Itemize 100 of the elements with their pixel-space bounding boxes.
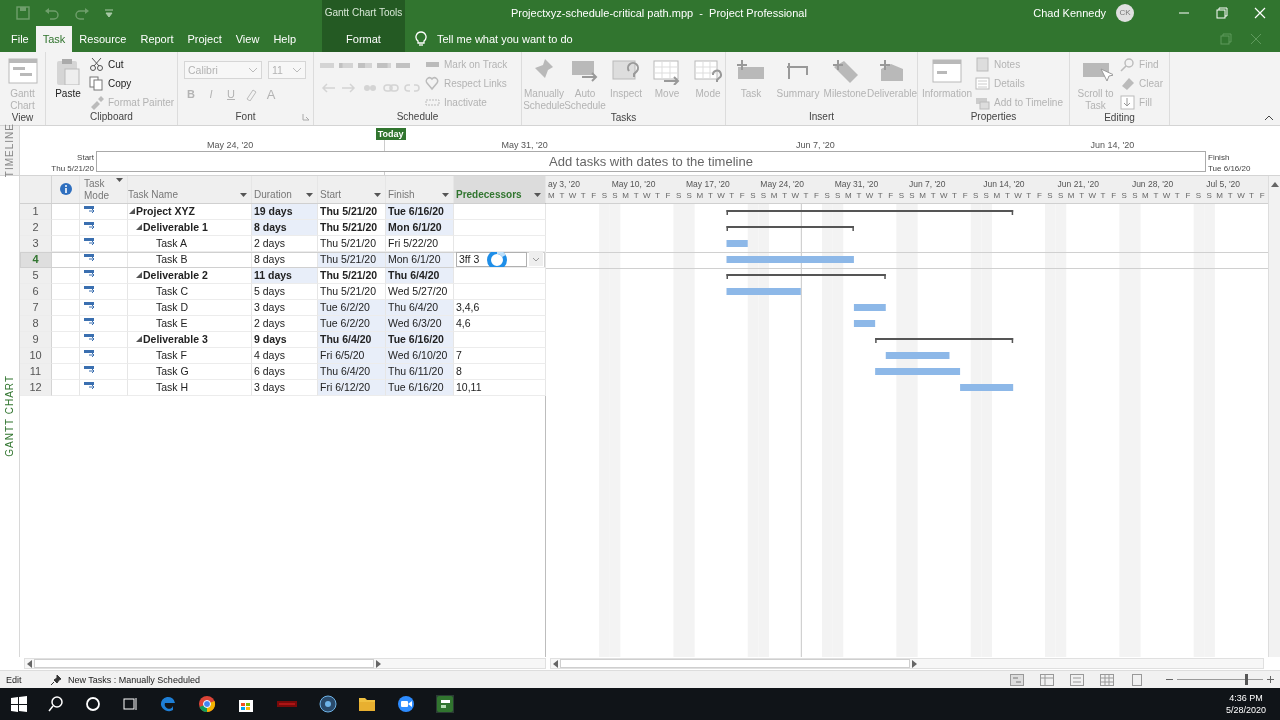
restore-icon[interactable]	[1216, 6, 1228, 19]
dialog-launcher-icon[interactable]	[302, 112, 310, 121]
timescale-day: M	[694, 190, 706, 203]
ribbon-button[interactable]: Cut	[89, 56, 179, 73]
timeline-label: TIMELINE	[4, 123, 15, 178]
task-usage-icon[interactable]	[1040, 673, 1054, 686]
highlighter-icon	[244, 87, 258, 102]
team-planner-icon[interactable]	[1070, 673, 1084, 686]
task-bar	[726, 239, 748, 247]
timescale-day: T	[1002, 190, 1013, 203]
undo-icon[interactable]	[44, 5, 60, 20]
folder-icon[interactable]	[358, 696, 376, 713]
collapse-triangle-icon[interactable]	[129, 208, 135, 215]
chrome-browser-icon[interactable]	[198, 695, 216, 714]
filter-arrow-icon[interactable]	[306, 192, 313, 197]
timescale-week: May 17, '20	[686, 178, 730, 189]
video-camera-icon[interactable]	[397, 695, 415, 714]
filter-arrow-icon[interactable]	[442, 192, 449, 197]
timescale-day: F	[811, 190, 822, 203]
task-view-icon[interactable]	[122, 696, 138, 713]
timescale-day: W	[864, 190, 875, 203]
collapse-triangle-icon[interactable]	[136, 224, 142, 231]
timescale-day: M	[843, 190, 854, 203]
chevron-down-icon	[248, 66, 258, 73]
manual-task-icon	[84, 333, 96, 342]
task-name: Project XYZ	[136, 205, 195, 218]
edge-browser-icon[interactable]	[159, 695, 177, 714]
timescale-day: M	[1065, 190, 1077, 203]
ribbon-button[interactable]: Paste	[48, 54, 88, 111]
table-cell: Fri 5/22/20	[386, 235, 454, 252]
user-name: Chad Kennedy	[1033, 6, 1106, 19]
pin-icon	[50, 673, 62, 686]
ribbon-tab[interactable]: View	[228, 25, 267, 52]
context-tab-label: Gantt Chart Tools	[324, 7, 403, 19]
task-name: Deliverable 1	[143, 221, 208, 234]
group-label: Schedule	[396, 110, 439, 124]
horizontal-scrollbar[interactable]	[24, 658, 546, 669]
timescale-day: W	[641, 190, 653, 203]
collapse-triangle-icon[interactable]	[136, 272, 142, 279]
horizontal-scrollbar[interactable]	[550, 658, 1264, 669]
filter-arrow-icon[interactable]	[534, 192, 541, 197]
timescale-day: W	[938, 190, 950, 203]
save-icon[interactable]	[16, 5, 30, 20]
scroll-up-icon	[1270, 181, 1279, 187]
zoom-in-icon[interactable]	[1267, 676, 1274, 684]
zoom-slider-thumb[interactable]	[1244, 674, 1248, 686]
group-label: Font	[235, 110, 256, 124]
task-bar	[853, 319, 876, 327]
today-marker: Today	[375, 127, 406, 140]
column-header[interactable]: Start	[318, 175, 386, 203]
ribbon-tab[interactable]: Project	[180, 25, 229, 52]
document-close-icon[interactable]	[1250, 32, 1262, 45]
circle-app-icon[interactable]	[319, 695, 337, 714]
clock-time: 4:36 PM	[1229, 692, 1263, 705]
timescale-day: T	[1150, 190, 1162, 203]
filter-arrow-icon[interactable]	[116, 177, 123, 182]
ribbon-tab[interactable]: Task	[35, 25, 73, 52]
report-icon[interactable]	[1130, 673, 1144, 686]
vertical-scrollbar[interactable]	[1268, 175, 1280, 657]
column-header[interactable]: Duration	[252, 175, 318, 203]
timescale-day: T	[726, 190, 737, 203]
ribbon-tab[interactable]: Resource	[72, 25, 134, 52]
fill-down-icon	[1120, 95, 1136, 111]
timescale-week: ay 3, '20	[548, 178, 580, 189]
customize-caret-icon[interactable]	[104, 7, 114, 18]
scissors-icon	[89, 57, 104, 73]
close-icon[interactable]	[1254, 6, 1266, 19]
ribbon-button[interactable]: Copy	[89, 75, 179, 92]
timescale-day: M	[546, 190, 557, 203]
resource-sheet-icon[interactable]	[1100, 673, 1114, 686]
gantt-view-icon[interactable]	[1010, 673, 1024, 686]
redo-icon[interactable]	[74, 5, 90, 20]
ribbon-tab[interactable]: Help	[266, 25, 303, 52]
timescale-day: S	[906, 190, 918, 203]
start-icon[interactable]	[11, 696, 27, 713]
filter-arrow-icon[interactable]	[374, 192, 381, 197]
ribbon-tab[interactable]: Format	[322, 25, 405, 52]
new-tasks-mode[interactable]: New Tasks : Manually Scheduled	[68, 674, 200, 685]
manual-task-icon	[84, 205, 96, 214]
ribbon-tab[interactable]: File	[4, 25, 36, 52]
ribbon-tab[interactable]: Report	[133, 25, 181, 52]
filter-arrow-icon[interactable]	[240, 192, 247, 197]
collapse-ribbon-icon[interactable]	[1264, 114, 1274, 121]
table-cell: 4,6	[454, 315, 546, 332]
timeline-bar[interactable]: Add tasks with dates to the timeline	[96, 150, 1206, 172]
tell-me-field[interactable]: Tell me what you want to do	[405, 25, 573, 52]
window-title: Projectxyz-schedule-critical path.mpp - Project Professional	[511, 6, 807, 19]
column-header[interactable]: Predecessors	[454, 175, 546, 203]
column-header[interactable]: Task Mode	[80, 175, 128, 203]
project-app-icon[interactable]	[436, 695, 454, 714]
timescale-day: T	[949, 190, 960, 203]
cortana-icon[interactable]	[85, 696, 101, 713]
timeline-finish-label: Finish	[1208, 151, 1231, 163]
timescale-day: S	[1203, 190, 1215, 203]
search-icon[interactable]	[48, 696, 64, 713]
user-avatar[interactable]: CK	[1116, 3, 1134, 22]
collapse-triangle-icon[interactable]	[136, 336, 142, 343]
timescale-day: W	[1012, 190, 1024, 203]
column-header[interactable]: Task Name	[128, 175, 252, 203]
group-label: Editing	[1104, 111, 1135, 125]
